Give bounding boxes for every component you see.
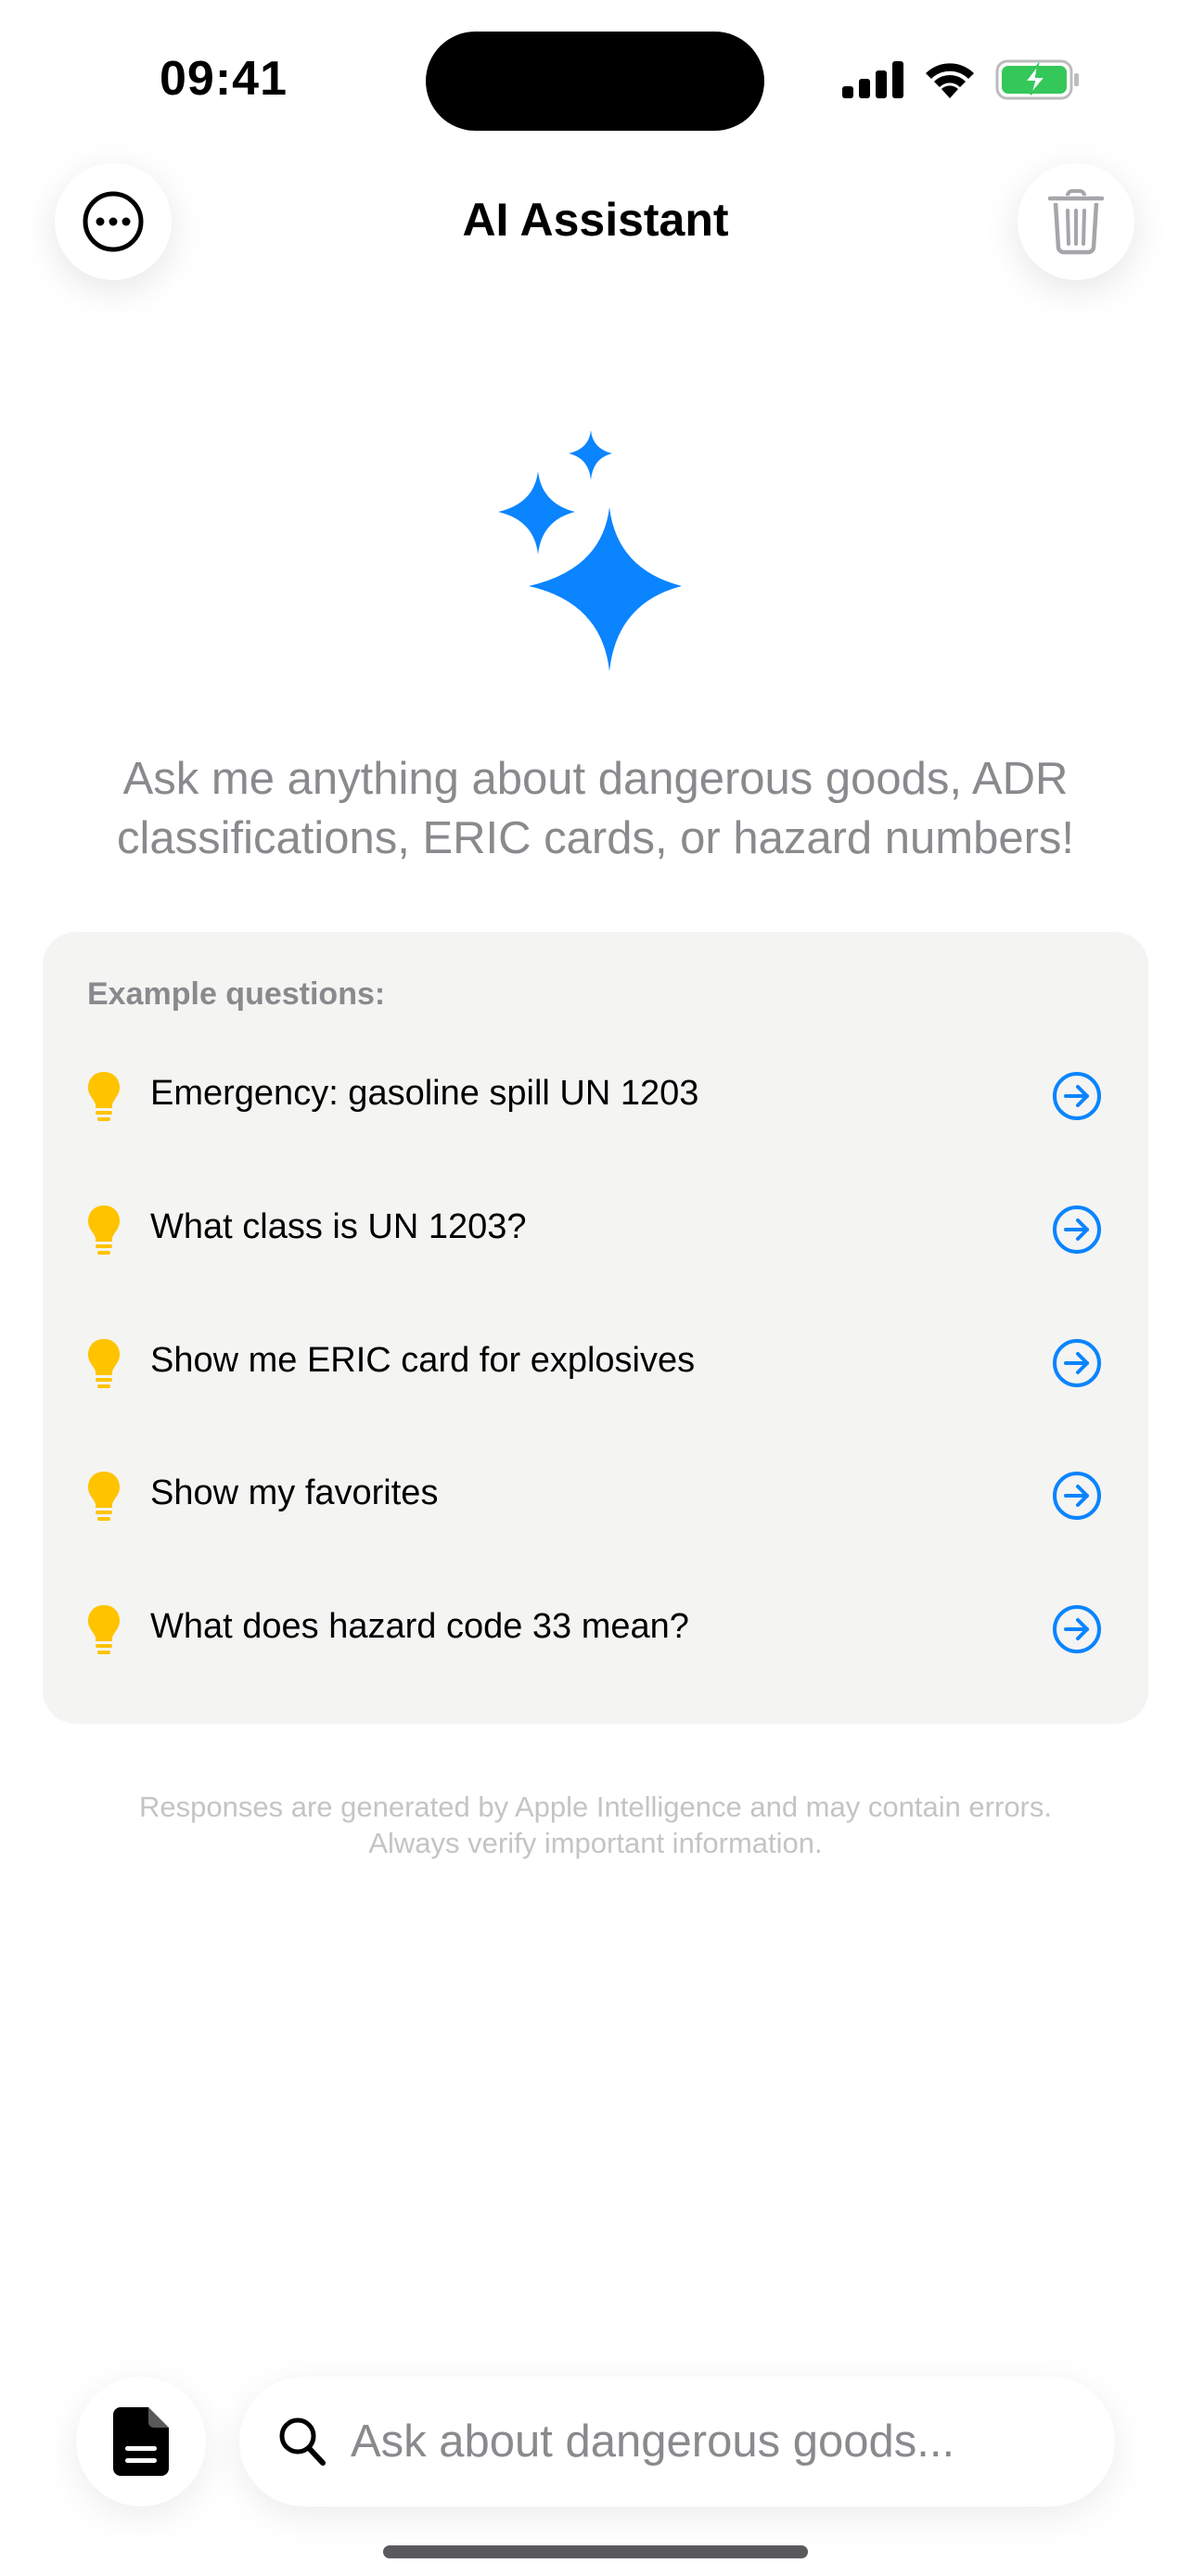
lightbulb-icon <box>88 1339 120 1388</box>
arrow-right-circle-icon[interactable] <box>1052 1071 1102 1121</box>
trash-icon <box>1047 189 1105 255</box>
search-icon <box>279 2417 326 2466</box>
example-question-label: What does hazard code 33 mean? <box>150 1607 689 1646</box>
lightbulb-icon <box>88 1072 120 1121</box>
example-question-label: What class is UN 1203? <box>150 1207 527 1246</box>
example-question-label: Emergency: gasoline spill UN 1203 <box>150 1074 699 1113</box>
example-question-label: Show me ERIC card for explosives <box>150 1341 696 1380</box>
disclaimer-line-1: Responses are generated by Apple Intelli… <box>139 1791 1052 1823</box>
arrow-right-circle-icon[interactable] <box>1052 1205 1102 1255</box>
example-question-label: Show my favorites <box>150 1473 439 1512</box>
arrow-right-circle-icon[interactable] <box>1052 1471 1102 1521</box>
example-question-row[interactable]: Show my favorites <box>43 1445 1148 1547</box>
status-time: 09:41 <box>160 52 288 106</box>
page-title: AI Assistant <box>462 194 729 246</box>
disclaimer-line-2: Always verify important information. <box>368 1827 823 1859</box>
message-input-bar[interactable] <box>239 2377 1115 2506</box>
arrow-right-circle-icon[interactable] <box>1052 1604 1102 1654</box>
sparkles-icon <box>498 430 682 671</box>
app-screen: 09:41 AI Assistant Ask me anything about… <box>0 0 1191 2576</box>
example-question-row[interactable]: What class is UN 1203? <box>43 1179 1148 1281</box>
example-question-row[interactable]: Emergency: gasoline spill UN 1203 <box>43 1045 1148 1147</box>
clear-chat-button[interactable] <box>1018 163 1134 280</box>
cellular-signal-icon <box>842 61 903 98</box>
intro-text: Ask me anything about dangerous goods, A… <box>116 754 1075 863</box>
arrow-right-circle-icon[interactable] <box>1052 1338 1102 1388</box>
lightbulb-icon <box>88 1605 120 1654</box>
lightbulb-icon <box>88 1205 120 1255</box>
lightbulb-icon <box>88 1472 120 1521</box>
wifi-icon <box>926 63 974 98</box>
document-icon <box>113 2407 169 2476</box>
example-question-row[interactable]: Show me ERIC card for explosives <box>43 1312 1148 1414</box>
message-input[interactable] <box>351 2404 1083 2479</box>
example-questions-card: Example questions: Emergency: gasoline s… <box>43 932 1148 1724</box>
home-indicator[interactable] <box>383 2545 808 2558</box>
documents-button[interactable] <box>76 2377 206 2506</box>
disclaimer-text: Responses are generated by Apple Intelli… <box>56 1789 1135 1861</box>
battery-charging-icon <box>995 59 1079 100</box>
dynamic-island <box>426 32 764 131</box>
example-questions-heading: Example questions: <box>87 976 386 1012</box>
example-question-row[interactable]: What does hazard code 33 mean? <box>43 1578 1148 1680</box>
